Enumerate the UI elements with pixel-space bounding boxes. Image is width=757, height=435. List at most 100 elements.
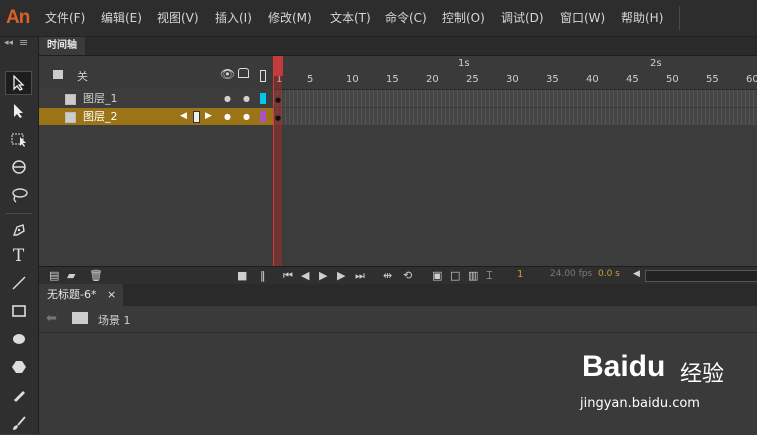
last-frame-icon[interactable]: ⏭	[355, 269, 365, 283]
line-tool-icon[interactable]	[5, 271, 32, 295]
tab-timeline[interactable]: 时间轴	[39, 37, 85, 55]
new-layer-icon[interactable]: ▤	[49, 269, 59, 282]
frame-number: 30	[506, 74, 519, 85]
3d-rotation-tool-icon[interactable]	[5, 155, 32, 179]
timeline-panel: 关 👁 图层_1 ● ● 图层_2 ◀ ▶ ● ● 1s 2s 1 5 10 1…	[39, 56, 757, 284]
center-frame-icon[interactable]: ⇹	[383, 269, 392, 282]
layer-stack-icon[interactable]	[53, 70, 63, 79]
menu-debug[interactable]: 调试(D)	[501, 9, 544, 26]
frame-number: 45	[626, 74, 639, 85]
scene-label[interactable]: 场景 1	[98, 312, 131, 328]
layer-name[interactable]: 图层_1	[83, 90, 118, 107]
rectangle-tool-icon[interactable]	[5, 299, 32, 323]
menu-insert[interactable]: 插入(I)	[215, 9, 252, 26]
horizontal-scrollbar[interactable]	[645, 270, 757, 282]
playhead[interactable]: ● ●	[273, 56, 283, 266]
timeline-controls: ▤ ▰ 🗑 ■ ‖ ⏮ ◀ ▶ ▶ ⏭ ⇹ ⟲ ▣ □ ▥ ⌶ 1 24.00 …	[39, 266, 757, 284]
menu-window[interactable]: 窗口(W)	[560, 9, 605, 26]
keyframe-marker-icon[interactable]	[193, 111, 200, 123]
layer-row-selected[interactable]: 图层_2 ◀ ▶ ● ●	[39, 108, 273, 125]
second-marker: 1s	[458, 58, 470, 69]
camera-icon[interactable]: ■	[237, 269, 247, 282]
free-transform-tool-icon[interactable]	[5, 127, 32, 151]
current-frame[interactable]: 1	[517, 269, 523, 280]
watermark-brand-cn: 经验	[680, 362, 725, 387]
delete-icon[interactable]: 🗑	[89, 269, 103, 282]
step-forward-icon[interactable]: ▶	[337, 269, 345, 282]
onion-skin-icon[interactable]: ▣	[432, 269, 442, 282]
menu-view[interactable]: 视图(V)	[157, 9, 199, 26]
menu-text[interactable]: 文本(T)	[330, 9, 371, 26]
tools-header: ◂◂ ≡	[0, 36, 38, 51]
keyframe-dot[interactable]: ●	[275, 96, 281, 104]
loop-icon[interactable]: ⟲	[403, 269, 412, 282]
layer-row[interactable]: 图层_1 ● ●	[39, 90, 273, 107]
tab-document[interactable]: 无标题-6* ×	[39, 284, 123, 306]
watermark-url: jingyan.baidu.com	[580, 396, 700, 411]
document-tabbar: 无标题-6* ×	[39, 284, 757, 306]
prev-keyframe-icon[interactable]: ◀	[180, 108, 187, 125]
elapsed-time[interactable]: 0.0 s	[598, 269, 620, 279]
lock-icon[interactable]	[238, 68, 249, 78]
onion-outline-icon[interactable]: □	[450, 269, 460, 282]
pencil-tool-icon[interactable]	[5, 383, 32, 407]
panel-menu-icon[interactable]: ≡	[19, 36, 28, 49]
frame-number: 25	[466, 74, 479, 85]
menu-help[interactable]: 帮助(H)	[621, 9, 663, 26]
app-logo: An	[6, 7, 30, 28]
frame-rate[interactable]: 24.00 fps	[550, 269, 592, 279]
menu-modify[interactable]: 修改(M)	[268, 9, 312, 26]
collapse-icon[interactable]: ◂◂	[4, 38, 13, 48]
modify-markers-icon[interactable]: ⌶	[486, 269, 493, 283]
playhead-handle[interactable]	[274, 56, 283, 76]
frame-number: 50	[666, 74, 679, 85]
layer-name[interactable]: 图层_2	[83, 108, 118, 125]
text-tool-icon[interactable]: T	[5, 244, 32, 268]
lock-dot[interactable]: ●	[243, 90, 250, 107]
menu-edit[interactable]: 编辑(E)	[101, 9, 142, 26]
outline-icon[interactable]	[260, 70, 266, 82]
menu-file[interactable]: 文件(F)	[45, 9, 85, 26]
subselection-tool-icon[interactable]	[5, 99, 32, 123]
close-icon[interactable]: ×	[107, 284, 116, 306]
layer-color-swatch[interactable]	[260, 111, 266, 122]
clapperboard-icon	[72, 312, 88, 324]
header-label: 关	[77, 70, 88, 83]
brush-tool-icon[interactable]	[5, 411, 32, 435]
visibility-dot[interactable]: ●	[224, 108, 231, 125]
frame-row[interactable]	[273, 90, 757, 107]
toolbar-divider	[6, 213, 32, 214]
lasso-tool-icon[interactable]	[5, 183, 32, 207]
menu-control[interactable]: 控制(O)	[442, 9, 485, 26]
layers-header: 关 👁	[39, 56, 273, 89]
edit-multiple-icon[interactable]: ▥	[468, 269, 478, 282]
frame-number: 60	[746, 74, 757, 85]
frames-area[interactable]: 1s 2s 1 5 10 15 20 25 30 35 40 45 50 55 …	[273, 56, 757, 266]
step-back-icon[interactable]: ◀	[301, 269, 309, 282]
eye-icon[interactable]: 👁	[220, 67, 235, 81]
first-frame-icon[interactable]: ⏮	[283, 269, 293, 283]
visibility-dot[interactable]: ●	[224, 90, 231, 107]
pen-tool-icon[interactable]	[5, 218, 32, 242]
frame-number: 5	[307, 74, 314, 85]
frame-ruler[interactable]: 1s 2s 1 5 10 15 20 25 30 35 40 45 50 55 …	[273, 56, 757, 90]
next-keyframe-icon[interactable]: ▶	[205, 108, 212, 125]
oval-tool-icon[interactable]	[5, 327, 32, 351]
layer-color-swatch[interactable]	[260, 93, 266, 104]
play-icon[interactable]: ▶	[319, 269, 327, 282]
back-arrow-icon[interactable]: ⬅	[46, 311, 57, 326]
frame-number: 40	[586, 74, 599, 85]
new-folder-icon[interactable]: ▰	[67, 269, 75, 282]
selection-tool-icon[interactable]	[5, 71, 32, 95]
tools-panel: ◂◂ ≡ T	[0, 36, 39, 435]
watermark-brand: Baidu	[582, 350, 666, 383]
document-title[interactable]: 无标题-6*	[47, 284, 96, 306]
scroll-left-icon[interactable]: ◀	[633, 269, 640, 279]
menu-command[interactable]: 命令(C)	[385, 9, 427, 26]
frame-row[interactable]	[273, 108, 757, 125]
lock-dot[interactable]: ●	[243, 108, 250, 125]
keyframe-dot[interactable]: ●	[275, 114, 281, 122]
polystar-tool-icon[interactable]	[5, 355, 32, 379]
pin-icon[interactable]: ‖	[260, 269, 266, 282]
frame-number: 20	[426, 74, 439, 85]
